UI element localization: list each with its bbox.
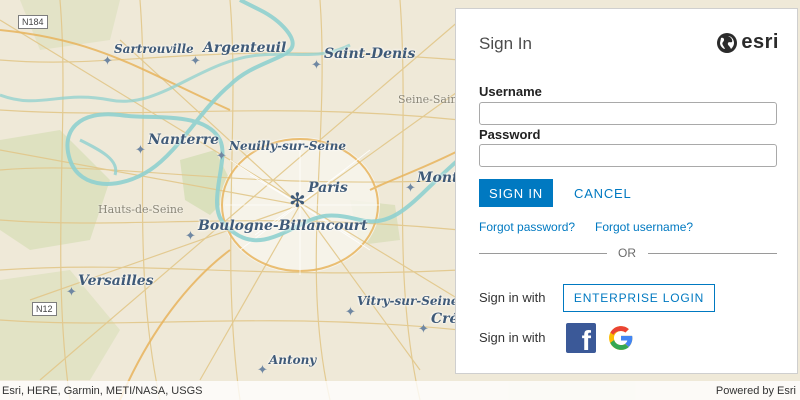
- password-input[interactable]: [479, 144, 777, 167]
- region-label-seine-saint: Seine-Sain: [398, 93, 458, 106]
- google-icon[interactable]: [608, 325, 634, 351]
- city-label-nanterre: Nanterre: [148, 132, 220, 148]
- city-marker-icon: ✦: [405, 180, 416, 195]
- city-label-paris: Paris: [308, 180, 348, 196]
- city-label-vitry: Vitry-sur-Seine: [357, 294, 459, 308]
- enterprise-login-button[interactable]: ENTERPRISE LOGIN: [563, 284, 715, 312]
- capital-marker-icon: ✻: [289, 190, 306, 212]
- city-label-neuilly: Neuilly-sur-Seine: [229, 139, 346, 153]
- city-label-argenteuil: Argenteuil: [203, 40, 287, 56]
- city-marker-icon: ✦: [345, 304, 356, 319]
- social-sign-in-label: Sign in with: [479, 330, 546, 345]
- city-marker-icon: ✦: [135, 142, 146, 157]
- city-label-antony: Antony: [269, 353, 317, 367]
- city-label-boulogne: Boulogne-Billancourt: [198, 218, 368, 234]
- city-marker-icon: ✦: [185, 228, 196, 243]
- or-separator: OR: [618, 246, 636, 260]
- forgot-password-link[interactable]: Forgot password?: [479, 220, 575, 234]
- attribution-bar: Esri, HERE, Garmin, METI/NASA, USGS Powe…: [0, 381, 800, 400]
- divider-right: [648, 253, 777, 254]
- facebook-icon[interactable]: f: [566, 323, 596, 353]
- city-label-versailles: Versailles: [78, 273, 154, 289]
- road-shield-n184: N184: [18, 15, 48, 29]
- dialog-title: Sign In: [479, 34, 532, 53]
- logo-text: esri: [741, 31, 779, 53]
- username-label: Username: [479, 84, 542, 99]
- divider-left: [479, 253, 607, 254]
- esri-logo: esri: [716, 31, 779, 54]
- city-marker-icon: ✦: [311, 57, 322, 72]
- cancel-button[interactable]: CANCEL: [574, 179, 632, 207]
- city-marker-icon: ✦: [257, 362, 268, 377]
- sign-in-dialog: Sign In esri Username Password SIGN IN C…: [455, 8, 798, 374]
- city-marker-icon: ✦: [216, 148, 227, 163]
- region-label-hauts-de-seine: Hauts-de-Seine: [98, 203, 184, 216]
- sign-in-button[interactable]: SIGN IN: [479, 179, 553, 207]
- road-shield-n12: N12: [32, 302, 57, 316]
- city-label-saint-denis: Saint-Denis: [324, 46, 416, 62]
- map-attribution: Esri, HERE, Garmin, METI/NASA, USGS: [2, 385, 203, 397]
- password-label: Password: [479, 127, 541, 142]
- city-marker-icon: ✦: [418, 321, 429, 336]
- username-input[interactable]: [479, 102, 777, 125]
- powered-by-esri-link[interactable]: Powered by Esri: [716, 385, 796, 397]
- city-marker-icon: ✦: [102, 53, 113, 68]
- city-label-sartrouville: Sartrouville: [114, 42, 194, 56]
- enterprise-sign-in-label: Sign in with: [479, 290, 546, 305]
- forgot-username-link[interactable]: Forgot username?: [595, 220, 693, 234]
- city-marker-icon: ✦: [190, 53, 201, 68]
- city-marker-icon: ✦: [66, 284, 77, 299]
- globe-icon: [717, 32, 738, 53]
